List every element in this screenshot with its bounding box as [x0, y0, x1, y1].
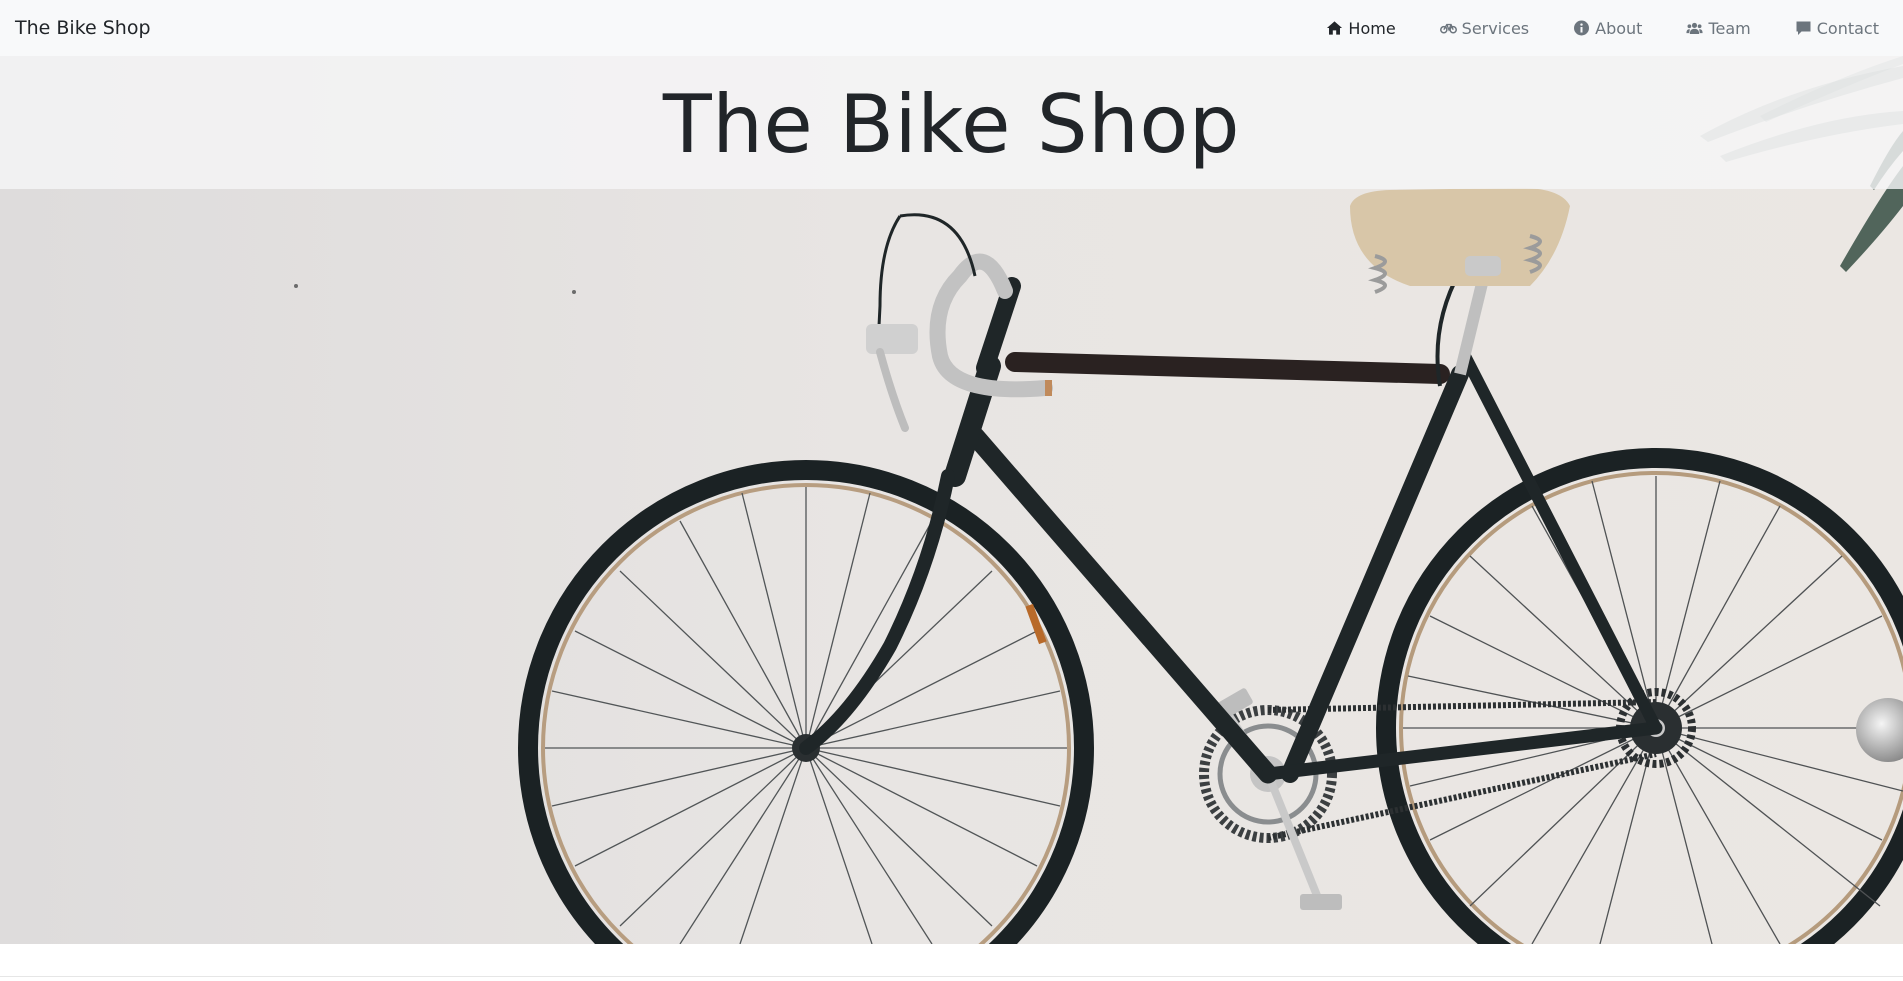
- hero-title: The Bike Shop: [662, 77, 1241, 171]
- hero-bicycle-image: [0, 56, 1903, 944]
- nav-item-label: Home: [1348, 18, 1396, 38]
- nav-item-label: Contact: [1816, 18, 1879, 38]
- divider: [0, 976, 1903, 977]
- hero-section: The Bike Shop: [0, 56, 1903, 944]
- home-icon: [1327, 21, 1343, 35]
- info-circle-icon: [1574, 20, 1590, 36]
- nav-item-label: Services: [1461, 18, 1530, 38]
- nav-item-contact[interactable]: Contact: [1795, 19, 1879, 38]
- navbar: The Bike Shop Home Services About Team C…: [0, 0, 1903, 56]
- users-icon: [1686, 22, 1704, 34]
- nav-menu: Home Services About Team Contact: [1282, 0, 1879, 56]
- bicycle-icon: [1439, 23, 1457, 34]
- nav-item-home[interactable]: Home: [1326, 18, 1396, 38]
- comment-icon: [1796, 21, 1811, 35]
- nav-item-label: Team: [1708, 18, 1751, 38]
- nav-item-label: About: [1595, 18, 1643, 38]
- nav-item-about[interactable]: About: [1573, 19, 1642, 38]
- nav-item-team[interactable]: Team: [1686, 18, 1751, 38]
- nav-item-services[interactable]: Services: [1439, 18, 1530, 38]
- navbar-brand[interactable]: The Bike Shop: [15, 0, 151, 56]
- hero-title-band: The Bike Shop: [0, 56, 1903, 189]
